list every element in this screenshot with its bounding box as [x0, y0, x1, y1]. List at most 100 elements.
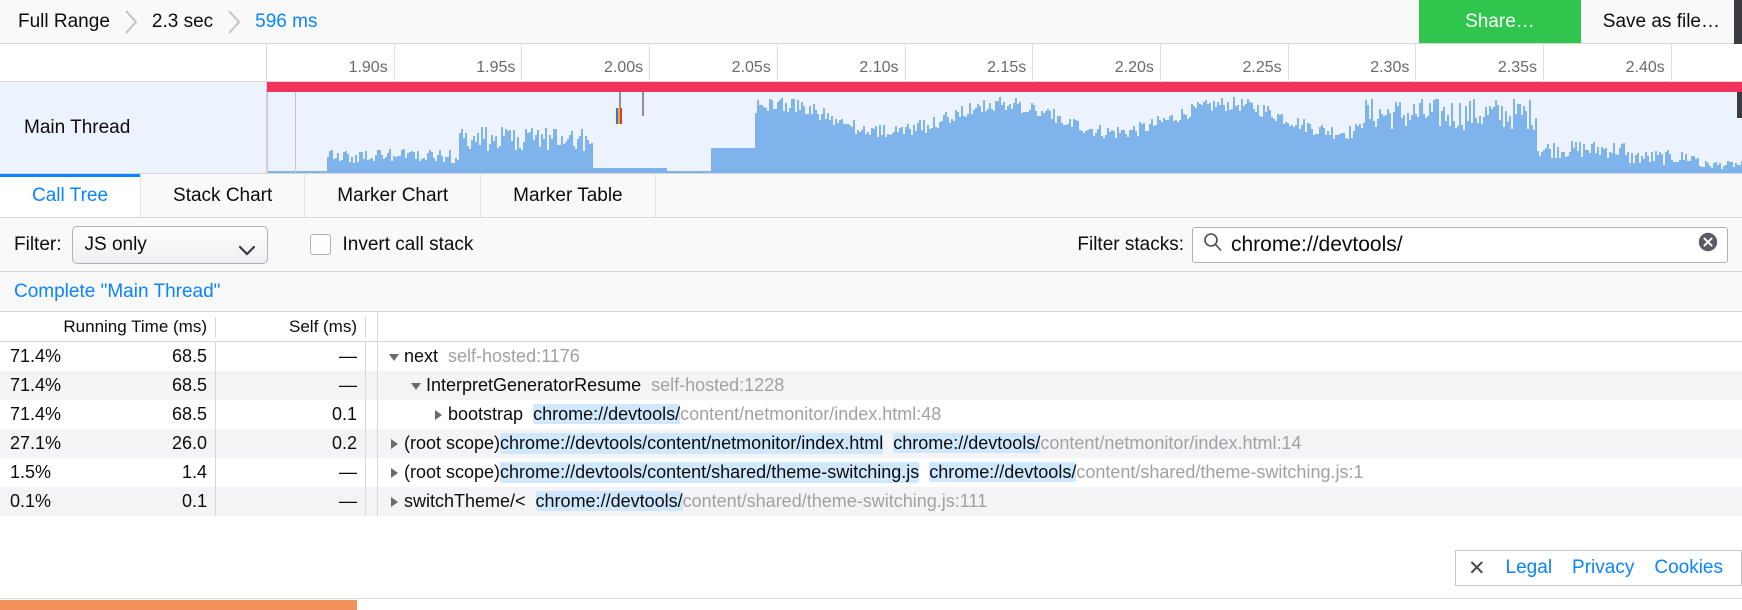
filter-select[interactable]: JS only	[72, 226, 268, 264]
triangle-down-icon[interactable]	[384, 350, 404, 364]
column-header-running-time[interactable]: Running Time (ms)	[0, 317, 216, 337]
running-percent: 1.5%	[10, 462, 51, 483]
track-divider	[267, 92, 268, 173]
legal-link[interactable]: Legal	[1506, 557, 1553, 579]
origin-rest: self-hosted:1228	[651, 375, 784, 395]
table-row[interactable]: 0.1% 0.1 — switchTheme/< chrome://devtools/c…	[0, 487, 1742, 516]
cell-self-ms: 0.1	[216, 400, 366, 429]
cell-self-ms: —	[216, 371, 366, 400]
running-percent: 71.4%	[10, 375, 61, 396]
ruler-tick: 1.95s	[395, 44, 523, 81]
ruler-tick: 2.35s	[1416, 44, 1544, 81]
triangle-down-icon[interactable]	[406, 379, 426, 393]
function-name-match: chrome://devtools/content/netmonitor/ind…	[500, 433, 883, 454]
track-right-handle[interactable]	[1737, 92, 1742, 118]
save-as-file-button[interactable]: Save as file…	[1581, 0, 1742, 43]
ruler-tick: 1.90s	[267, 44, 395, 81]
ruler-tick: 2.20s	[1033, 44, 1161, 81]
track-divider	[295, 92, 296, 173]
ruler-tick: 2.40s	[1544, 44, 1672, 81]
breadcrumb-item-range-2[interactable]: 2.3 sec	[148, 11, 217, 33]
running-ms: 68.5	[172, 375, 207, 396]
privacy-link[interactable]: Privacy	[1572, 557, 1634, 579]
clear-search-icon[interactable]	[1697, 231, 1719, 258]
stack-breadcrumb-complete-main-thread[interactable]: Complete "Main Thread"	[14, 281, 220, 303]
function-name: InterpretGeneratorResume	[426, 375, 641, 396]
table-row[interactable]: 71.4% 68.5 — InterpretGeneratorResume self-h…	[0, 371, 1742, 400]
cell-self-ms: —	[216, 342, 366, 371]
timeline-ruler-row: 1.90s1.95s2.00s2.05s2.10s2.15s2.20s2.25s…	[0, 44, 1742, 82]
marker-tick[interactable]	[642, 92, 644, 116]
top-bar-actions: Share… Save as file…	[1419, 0, 1742, 43]
function-origin: self-hosted:1228	[651, 375, 784, 396]
running-ms: 68.5	[172, 346, 207, 367]
filter-label: Filter:	[14, 234, 62, 256]
tab-call-tree[interactable]: Call Tree	[0, 174, 141, 217]
triangle-right-icon[interactable]	[384, 495, 404, 509]
cookie-consent-banner: ✕ Legal Privacy Cookies	[1455, 550, 1742, 586]
column-header-spacer	[366, 312, 378, 341]
cell-spacer	[366, 458, 378, 487]
running-percent: 27.1%	[10, 433, 61, 454]
table-row[interactable]: 71.4%68.50.1bootstrapchrome://devtools/c…	[0, 400, 1742, 429]
ruler-tick: 2.05s	[650, 44, 778, 81]
activity-graph-canvas	[267, 92, 1742, 173]
origin-match: chrome://devtools/	[536, 491, 683, 511]
function-origin: chrome://devtools/content/shared/theme-s…	[929, 462, 1363, 483]
cell-running-time: 0.1% 0.1	[0, 487, 216, 516]
invert-call-stack-checkbox[interactable]	[310, 234, 331, 255]
ruler-tick: 2.10s	[778, 44, 906, 81]
origin-rest: content/shared/theme-switching.js:1	[1076, 462, 1363, 482]
ruler-tick: 2.25s	[1161, 44, 1289, 81]
running-ms: 68.5	[172, 404, 207, 425]
search-icon	[1203, 232, 1223, 257]
function-name: switchTheme/<	[404, 491, 526, 512]
table-row[interactable]: 71.4% 68.5 — next self-hosted:1176	[0, 342, 1742, 371]
origin-match: chrome://devtools/	[893, 433, 1040, 453]
cell-self-ms: 0.2	[216, 429, 366, 458]
function-name: (root scope)	[404, 462, 500, 483]
filter-stacks-search-box[interactable]: chrome://devtools/	[1192, 227, 1728, 263]
cell-spacer	[366, 371, 378, 400]
ruler-gutter	[0, 44, 267, 81]
cell-function-name: (root scope) chrome://devtools/content/n…	[378, 433, 1742, 454]
breadcrumb-item-selected[interactable]: 596 ms	[251, 11, 321, 33]
range-breadcrumb: Full Range 2.3 sec 596 ms	[0, 0, 1419, 43]
triangle-right-icon[interactable]	[384, 466, 404, 480]
cell-self-ms: —	[216, 487, 366, 516]
cookies-link[interactable]: Cookies	[1654, 557, 1723, 579]
search-input[interactable]: chrome://devtools/	[1231, 233, 1697, 257]
close-icon[interactable]: ✕	[1468, 556, 1486, 581]
triangle-right-icon[interactable]	[384, 437, 404, 451]
column-header-self[interactable]: Self (ms)	[216, 317, 366, 337]
running-percent: 0.1%	[10, 491, 51, 512]
cell-function-name: bootstrapchrome://devtools/content/netmo…	[378, 404, 1742, 425]
window-edge	[1734, 0, 1742, 44]
ruler-tick: 2.15s	[906, 44, 1034, 81]
timeline-ruler[interactable]: 1.90s1.95s2.00s2.05s2.10s2.15s2.20s2.25s…	[267, 44, 1742, 81]
marker-swatch[interactable]	[620, 108, 622, 124]
tab-marker-table[interactable]: Marker Table	[481, 174, 655, 217]
table-row[interactable]: 1.5%1.4—(root scope) chrome://devtools/c…	[0, 458, 1742, 487]
origin-rest: content/netmonitor/index.html:14	[1040, 433, 1301, 453]
function-name: next	[404, 346, 438, 367]
breadcrumb-item-full-range[interactable]: Full Range	[14, 11, 114, 33]
share-button[interactable]: Share…	[1419, 0, 1581, 43]
triangle-right-icon[interactable]	[428, 408, 448, 422]
filter-stacks-label: Filter stacks:	[1077, 234, 1184, 256]
function-origin: chrome://devtools/content/shared/theme-s…	[536, 491, 988, 512]
invert-call-stack-toggle[interactable]: Invert call stack	[310, 234, 474, 256]
main-thread-activity-graph[interactable]	[267, 82, 1742, 173]
stack-breadcrumb-row: Complete "Main Thread"	[0, 272, 1742, 312]
running-percent: 71.4%	[10, 346, 61, 367]
table-row[interactable]: 27.1%26.00.2(root scope) chrome://devtoo…	[0, 429, 1742, 458]
function-origin: self-hosted:1176	[448, 346, 580, 367]
jank-indicator-bar	[267, 82, 1742, 92]
chevron-down-icon	[239, 240, 255, 250]
running-ms: 0.1	[182, 491, 207, 512]
tab-stack-chart[interactable]: Stack Chart	[141, 174, 305, 217]
track-label-main-thread[interactable]: Main Thread	[0, 82, 267, 173]
tab-marker-chart[interactable]: Marker Chart	[305, 174, 481, 217]
running-ms: 1.4	[182, 462, 207, 483]
filter-select-value: JS only	[85, 234, 147, 256]
